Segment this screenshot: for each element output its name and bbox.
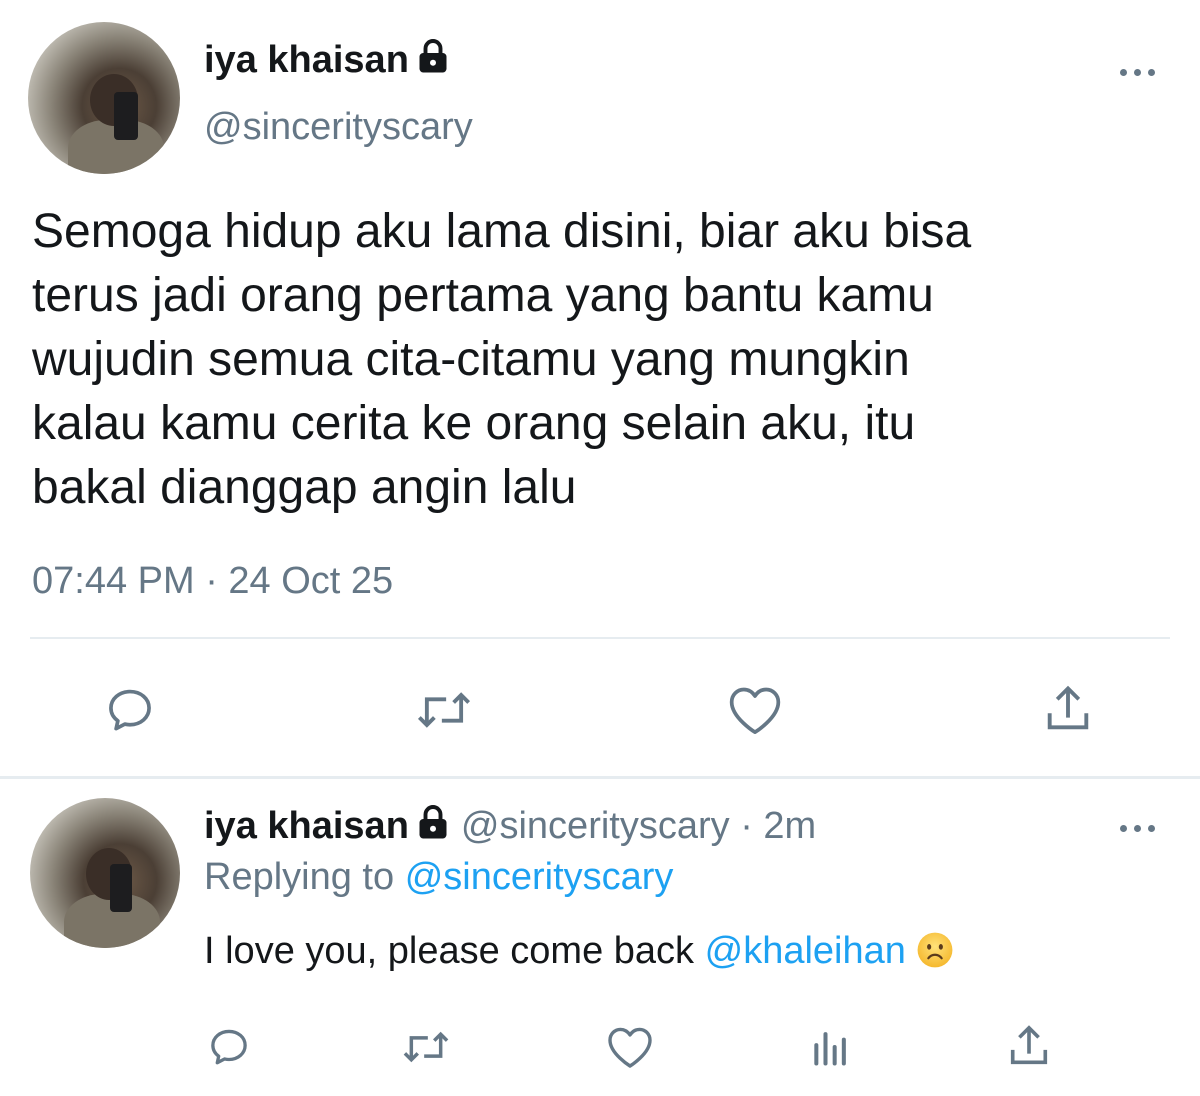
share-icon[interactable]	[1040, 680, 1096, 738]
more-options-icon[interactable]	[1120, 822, 1160, 834]
share-icon[interactable]	[1004, 1020, 1054, 1072]
reply-text: I love you, please come back @khaleihan	[204, 930, 954, 979]
replying-to: Replying to @sincerityscary	[204, 856, 673, 899]
avatar[interactable]	[30, 798, 180, 948]
display-name-text[interactable]: iya khaisan	[204, 39, 409, 81]
tweet-text-line: kalau kamu cerita ke orang selain aku, i…	[32, 397, 916, 450]
replying-mention-link[interactable]: @sincerityscary	[405, 856, 674, 898]
separator	[0, 776, 1200, 779]
avatar[interactable]	[28, 22, 180, 174]
slightly-frowning-face-icon	[916, 931, 954, 979]
mention-link[interactable]: @khaleihan	[705, 930, 906, 972]
tweet-text-line: terus jadi orang pertama yang bantu kamu	[32, 269, 934, 322]
timestamp[interactable]: 07:44 PM · 24 Oct 25	[32, 560, 393, 603]
reply-icon[interactable]	[204, 1022, 254, 1072]
reply-icon[interactable]	[100, 682, 160, 738]
lock-icon	[415, 38, 451, 74]
reply-header: iya khaisan @sincerityscary · 2m	[204, 804, 816, 848]
retweet-icon[interactable]	[410, 682, 478, 738]
like-icon[interactable]	[724, 682, 786, 738]
handle[interactable]: @sincerityscary	[204, 106, 473, 149]
more-options-icon[interactable]	[1120, 66, 1160, 78]
display-name[interactable]: iya khaisan	[204, 805, 409, 847]
reply-text-body: I love you, please come back	[204, 930, 695, 972]
tweet-text-line: wujudin semua cita-citamu yang mungkin	[32, 333, 910, 386]
replying-prefix: Replying to	[204, 856, 395, 898]
tweet-text-line: bakal dianggap angin lalu	[32, 461, 577, 514]
lock-icon	[415, 804, 451, 840]
analytics-icon[interactable]	[806, 1022, 856, 1072]
tweet-text: Semoga hidup aku lama disini, biar aku b…	[32, 200, 1172, 520]
divider	[30, 637, 1170, 639]
tweet-text-line: Semoga hidup aku lama disini, biar aku b…	[32, 205, 972, 258]
handle-time[interactable]: @sincerityscary · 2m	[461, 805, 816, 847]
like-icon[interactable]	[604, 1022, 656, 1072]
retweet-icon[interactable]	[398, 1022, 454, 1072]
display-name[interactable]: iya khaisan	[204, 38, 451, 82]
main-tweet: iya khaisan @sincerityscary Semoga hidup…	[0, 0, 1200, 778]
